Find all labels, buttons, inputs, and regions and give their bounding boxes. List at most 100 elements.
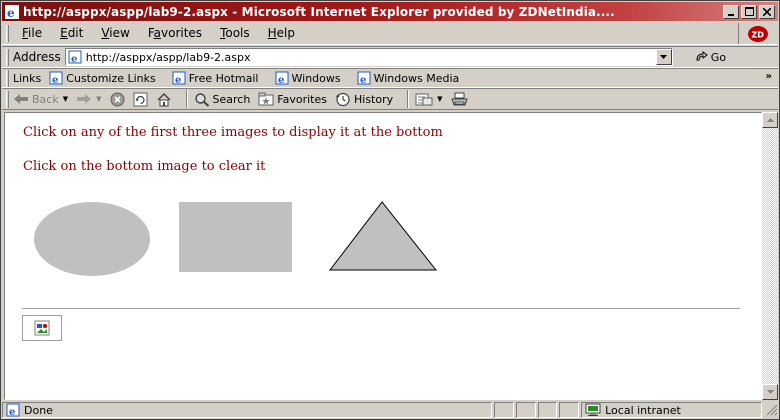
scroll-down-button[interactable] xyxy=(762,384,778,400)
window-title: http://asppx/aspp/lab9-2.aspx - Microsof… xyxy=(23,4,615,19)
page-icon: e xyxy=(49,71,63,85)
menu-edit[interactable]: Edit xyxy=(51,24,92,42)
menu-tools[interactable]: Tools xyxy=(211,24,259,42)
back-button[interactable]: Back ▼ xyxy=(13,93,68,106)
link-label: Free Hotmail xyxy=(188,71,259,85)
menu-help[interactable]: Help xyxy=(259,24,304,42)
close-button[interactable] xyxy=(759,4,775,19)
links-label: Links xyxy=(13,71,42,85)
toolbar-grip[interactable] xyxy=(6,24,9,42)
toolbar-grip[interactable] xyxy=(6,69,9,87)
link-free-hotmail[interactable]: e Free Hotmail xyxy=(172,71,259,85)
svg-text:e: e xyxy=(360,75,366,85)
address-dropdown-button[interactable] xyxy=(655,49,672,65)
refresh-button[interactable] xyxy=(133,92,148,107)
page-icon: e xyxy=(68,50,82,65)
page-viewport: Click on any of the first three images t… xyxy=(4,112,762,400)
svg-text:e: e xyxy=(175,75,181,85)
history-label: History xyxy=(354,92,394,106)
menu-view[interactable]: View xyxy=(92,24,138,42)
address-input[interactable]: e http://asppx/aspp/lab9-2.aspx xyxy=(64,48,673,66)
link-label: Windows xyxy=(291,71,341,85)
back-arrow-icon xyxy=(14,94,28,104)
printer-icon xyxy=(450,92,468,105)
security-zone-pane: Local intranet xyxy=(581,402,763,418)
go-button[interactable]: Go xyxy=(695,51,726,64)
stop-button[interactable] xyxy=(110,92,125,107)
chevron-down-icon xyxy=(660,55,668,59)
local-intranet-icon xyxy=(585,403,601,416)
menu-favorites[interactable]: Favorites xyxy=(139,24,211,42)
resize-grip-icon[interactable] xyxy=(766,404,778,416)
status-text: Done xyxy=(24,403,53,417)
triangle-image[interactable] xyxy=(328,201,438,271)
address-bar: Address e http://asppx/aspp/lab9-2.aspx … xyxy=(2,46,778,68)
zdnet-logo-icon: ZD xyxy=(747,25,768,42)
page-body: Click on any of the first three images t… xyxy=(5,113,761,399)
back-dropdown-icon[interactable]: ▼ xyxy=(63,95,68,103)
forward-button[interactable]: ▼ xyxy=(76,93,102,105)
toolbar-separator xyxy=(185,90,188,108)
square-image[interactable] xyxy=(179,202,292,272)
address-label: Address xyxy=(13,50,61,64)
favorites-button[interactable]: Favorites xyxy=(258,92,327,106)
link-windows-media[interactable]: e Windows Media xyxy=(357,71,460,85)
toolbar-grip[interactable] xyxy=(6,90,9,108)
menu-file[interactable]: File xyxy=(13,24,51,42)
svg-text:ZD: ZD xyxy=(751,30,764,39)
address-url: http://asppx/aspp/lab9-2.aspx xyxy=(85,50,251,64)
link-customize-links[interactable]: e Customize Links xyxy=(49,71,156,85)
link-windows[interactable]: e Windows xyxy=(275,71,341,85)
page-icon: e xyxy=(275,71,288,85)
toolbar-separator xyxy=(407,90,410,108)
svg-text:e: e xyxy=(9,407,15,417)
title-bar[interactable]: e http://asppx/aspp/lab9-2.aspx - Micros… xyxy=(2,2,778,21)
status-bar: e Done Local intranet xyxy=(2,401,778,419)
mail-dropdown-icon[interactable]: ▼ xyxy=(437,95,442,103)
vertical-scrollbar[interactable] xyxy=(762,112,778,400)
status-pane-empty xyxy=(559,402,580,418)
status-pane-empty xyxy=(515,402,536,418)
home-button[interactable] xyxy=(156,92,172,107)
forward-dropdown-icon[interactable]: ▼ xyxy=(96,95,101,103)
favorites-label: Favorites xyxy=(277,92,327,106)
home-icon xyxy=(157,92,170,106)
menu-bar: File Edit View Favorites Tools Help ZD xyxy=(2,22,778,45)
status-pane-empty xyxy=(494,402,514,418)
links-more-chevron[interactable]: » xyxy=(766,71,772,82)
link-label: Windows Media xyxy=(373,71,460,85)
svg-text:e: e xyxy=(52,75,58,85)
zone-text: Local intranet xyxy=(605,403,681,417)
forward-arrow-icon xyxy=(77,94,92,104)
link-label: Customize Links xyxy=(66,71,156,85)
standard-buttons-bar: Back ▼ ▼ Search Favorites History ▼ xyxy=(2,88,778,110)
status-pane-empty xyxy=(537,402,558,418)
svg-text:e: e xyxy=(71,54,77,64)
back-label: Back xyxy=(32,92,59,106)
print-button[interactable] xyxy=(450,92,468,107)
history-icon xyxy=(336,92,350,106)
browser-window: e http://asppx/aspp/lab9-2.aspx - Micros… xyxy=(0,0,780,420)
search-button[interactable]: Search xyxy=(194,92,251,107)
scroll-up-button[interactable] xyxy=(762,112,778,128)
history-button[interactable]: History xyxy=(335,92,393,107)
toolbar-grip[interactable] xyxy=(6,48,9,66)
page-icon: e xyxy=(6,403,20,417)
maximize-button[interactable] xyxy=(741,4,757,19)
status-text-pane: e Done xyxy=(2,402,493,418)
page-icon: e xyxy=(357,71,371,85)
bottom-image[interactable] xyxy=(22,315,62,341)
links-bar: Links e Customize Links e Free Hotmail e… xyxy=(2,68,778,88)
search-label: Search xyxy=(212,92,251,106)
go-arrow-icon xyxy=(696,51,708,61)
svg-text:e: e xyxy=(7,6,15,19)
chevron-up-icon xyxy=(766,118,774,122)
broken-image-icon xyxy=(34,320,50,336)
horizontal-rule xyxy=(22,308,740,310)
circle-image[interactable] xyxy=(34,202,150,276)
stop-icon xyxy=(110,92,124,106)
minimize-button[interactable] xyxy=(723,4,739,19)
svg-text:e: e xyxy=(278,75,284,85)
mail-button[interactable]: ▼ xyxy=(415,92,443,107)
page-icon: e xyxy=(172,71,186,85)
